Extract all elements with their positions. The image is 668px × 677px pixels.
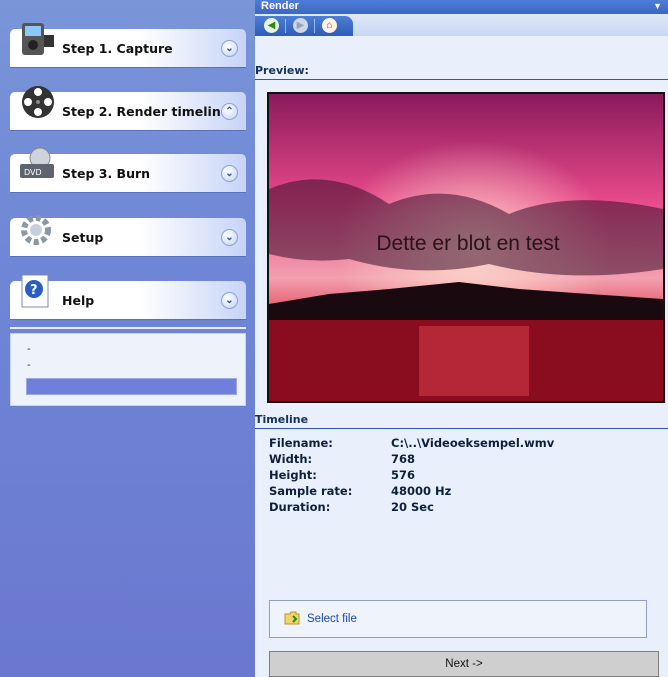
prop-key: Height:: [269, 468, 317, 482]
timeline-header: Timeline: [255, 413, 668, 429]
prop-row: Height: 576: [269, 468, 649, 484]
chevron-down-icon[interactable]: ⌄: [221, 229, 238, 246]
step-capture-label: Step 1. Capture: [62, 41, 173, 56]
prop-key: Duration:: [269, 500, 331, 514]
toolbar-separator: [285, 19, 286, 33]
prop-row: Width: 768: [269, 452, 649, 468]
svg-text:?: ?: [30, 283, 38, 298]
step-burn-label: Step 3. Burn: [62, 166, 151, 181]
step-burn-header[interactable]: DVD Step 3. Burn ⌄: [10, 147, 246, 192]
preview-header: Preview:: [255, 64, 668, 80]
film-reel-icon: [22, 86, 54, 118]
dropdown-arrow-icon[interactable]: ▼: [653, 1, 662, 11]
chevron-up-icon[interactable]: ⌃: [221, 103, 238, 120]
step-render-header[interactable]: Step 2. Render timeline ⌃: [10, 86, 246, 130]
status-line-1: -: [27, 343, 31, 355]
gear-icon: [21, 215, 51, 245]
setup-header[interactable]: Setup ⌄: [10, 215, 246, 256]
prop-key: Sample rate:: [269, 484, 353, 498]
chevron-down-icon[interactable]: ⌄: [221, 165, 238, 182]
toolbar-separator: [314, 19, 315, 33]
prop-value: 768: [391, 452, 416, 466]
status-line-2: -: [27, 359, 31, 371]
sidebar-divider: [10, 327, 246, 329]
chevron-down-icon[interactable]: ⌄: [221, 292, 238, 309]
prop-row: Sample rate: 48000 Hz: [269, 484, 649, 500]
prop-row: Duration: 20 Sec: [269, 500, 649, 516]
home-icon[interactable]: ⌂: [322, 18, 337, 33]
select-file-link[interactable]: Select file: [307, 613, 357, 625]
forward-icon[interactable]: ▶: [293, 18, 308, 33]
prop-key: Width:: [269, 452, 313, 466]
select-file-box: Select file: [269, 600, 647, 638]
panel-title: Render: [261, 0, 299, 12]
timeline-properties: Filename: C:\..\Videoeksempel.wmv Width:…: [269, 436, 649, 516]
overlay-text: Dette er blot en test: [376, 232, 560, 255]
camcorder-icon: [22, 23, 54, 55]
preview-label: Preview:: [255, 64, 309, 77]
back-icon[interactable]: ◀: [264, 18, 279, 33]
help-header[interactable]: ? Help ⌄: [10, 274, 246, 319]
folder-icon: [284, 611, 300, 625]
help-label: Help: [62, 293, 95, 308]
next-button[interactable]: Next ->: [269, 651, 659, 677]
prop-value: 576: [391, 468, 416, 482]
timeline-label: Timeline: [255, 413, 309, 426]
prop-key: Filename:: [269, 436, 333, 450]
step-render-label: Step 2. Render timeline: [62, 104, 230, 119]
panel-titlebar: Render ▼: [255, 0, 668, 14]
dvd-burner-icon: DVD: [20, 147, 54, 178]
progress-bar: [26, 378, 237, 395]
nav-toolbar: ◀ ▶ ⌂: [255, 16, 353, 36]
prop-value: 20 Sec: [391, 500, 434, 514]
svg-text:DVD: DVD: [24, 168, 42, 177]
render-panel: Render ▼ ◀ ▶ ⌂ Preview: Dette er blot en…: [255, 0, 668, 677]
status-box: - -: [10, 333, 246, 406]
prop-value: C:\..\Videoeksempel.wmv: [391, 436, 555, 450]
video-preview: Dette er blot en test: [267, 92, 665, 403]
chevron-down-icon[interactable]: ⌄: [221, 40, 238, 57]
prop-row: Filename: C:\..\Videoeksempel.wmv: [269, 436, 649, 452]
prop-value: 48000 Hz: [391, 484, 452, 498]
help-icon: ?: [21, 274, 49, 308]
setup-label: Setup: [62, 230, 104, 245]
sidebar: Step 1. Capture ⌄ Step 2. Render timelin…: [0, 0, 255, 677]
step-capture-header[interactable]: Step 1. Capture ⌄: [10, 23, 246, 67]
